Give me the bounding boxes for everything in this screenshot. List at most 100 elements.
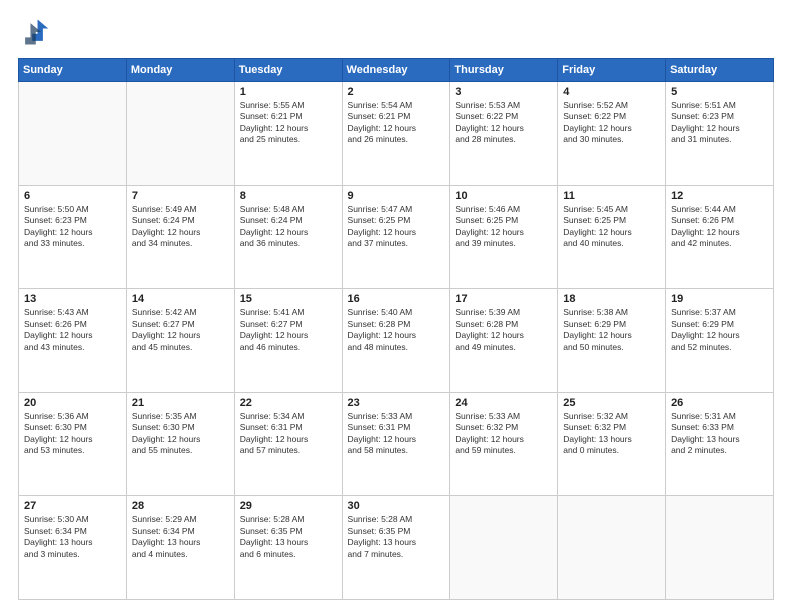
header [18, 16, 774, 48]
day-number: 18 [563, 293, 660, 305]
page: SundayMondayTuesdayWednesdayThursdayFrid… [0, 0, 792, 612]
day-info: Sunrise: 5:31 AM Sunset: 6:33 PM Dayligh… [671, 411, 768, 457]
day-cell: 27 Sunrise: 5:30 AM Sunset: 6:34 PM Dayli… [19, 496, 127, 600]
day-cell [666, 496, 774, 600]
day-info: Sunrise: 5:33 AM Sunset: 6:32 PM Dayligh… [455, 411, 552, 457]
day-info: Sunrise: 5:34 AM Sunset: 6:31 PM Dayligh… [240, 411, 337, 457]
day-cell: 29 Sunrise: 5:28 AM Sunset: 6:35 PM Dayli… [234, 496, 342, 600]
logo-icon [18, 16, 50, 48]
day-number: 4 [563, 86, 660, 98]
day-info: Sunrise: 5:33 AM Sunset: 6:31 PM Dayligh… [348, 411, 445, 457]
day-number: 28 [132, 500, 229, 512]
day-info: Sunrise: 5:45 AM Sunset: 6:25 PM Dayligh… [563, 204, 660, 250]
day-number: 17 [455, 293, 552, 305]
day-info: Sunrise: 5:43 AM Sunset: 6:26 PM Dayligh… [24, 307, 121, 353]
day-number: 13 [24, 293, 121, 305]
day-info: Sunrise: 5:32 AM Sunset: 6:32 PM Dayligh… [563, 411, 660, 457]
day-info: Sunrise: 5:35 AM Sunset: 6:30 PM Dayligh… [132, 411, 229, 457]
day-cell: 22Sunrise: 5:34 AM Sunset: 6:31 PM Dayli… [234, 392, 342, 496]
day-cell: 9 Sunrise: 5:47 AM Sunset: 6:25 PM Daylig… [342, 185, 450, 289]
day-cell: 12 Sunrise: 5:44 AM Sunset: 6:26 PM Dayli… [666, 185, 774, 289]
day-cell [126, 82, 234, 186]
day-number: 2 [348, 86, 445, 98]
day-cell: 4 Sunrise: 5:52 AM Sunset: 6:22 PM Daylig… [558, 82, 666, 186]
col-header-thursday: Thursday [450, 59, 558, 82]
day-number: 1 [240, 86, 337, 98]
day-cell: 1 Sunrise: 5:55 AM Sunset: 6:21 PM Daylig… [234, 82, 342, 186]
day-info: Sunrise: 5:50 AM Sunset: 6:23 PM Dayligh… [24, 204, 121, 250]
day-info: Sunrise: 5:55 AM Sunset: 6:21 PM Dayligh… [240, 100, 337, 146]
day-cell: 3 Sunrise: 5:53 AM Sunset: 6:22 PM Daylig… [450, 82, 558, 186]
day-info: Sunrise: 5:28 AM Sunset: 6:35 PM Dayligh… [348, 514, 445, 560]
day-cell: 5 Sunrise: 5:51 AM Sunset: 6:23 PM Daylig… [666, 82, 774, 186]
day-info: Sunrise: 5:30 AM Sunset: 6:34 PM Dayligh… [24, 514, 121, 560]
day-number: 27 [24, 500, 121, 512]
day-number: 3 [455, 86, 552, 98]
day-number: 23 [348, 397, 445, 409]
day-number: 7 [132, 190, 229, 202]
day-cell: 8Sunrise: 5:48 AM Sunset: 6:24 PM Daylig… [234, 185, 342, 289]
day-info: Sunrise: 5:46 AM Sunset: 6:25 PM Dayligh… [455, 204, 552, 250]
day-cell: 6 Sunrise: 5:50 AM Sunset: 6:23 PM Daylig… [19, 185, 127, 289]
col-header-tuesday: Tuesday [234, 59, 342, 82]
day-info: Sunrise: 5:36 AM Sunset: 6:30 PM Dayligh… [24, 411, 121, 457]
day-number: 15 [240, 293, 337, 305]
day-cell [450, 496, 558, 600]
day-number: 19 [671, 293, 768, 305]
day-number: 29 [240, 500, 337, 512]
day-number: 26 [671, 397, 768, 409]
day-info: Sunrise: 5:39 AM Sunset: 6:28 PM Dayligh… [455, 307, 552, 353]
day-info: Sunrise: 5:54 AM Sunset: 6:21 PM Dayligh… [348, 100, 445, 146]
day-info: Sunrise: 5:49 AM Sunset: 6:24 PM Dayligh… [132, 204, 229, 250]
day-cell: 21 Sunrise: 5:35 AM Sunset: 6:30 PM Dayli… [126, 392, 234, 496]
day-cell: 15 Sunrise: 5:41 AM Sunset: 6:27 PM Dayli… [234, 289, 342, 393]
day-cell: 24 Sunrise: 5:33 AM Sunset: 6:32 PM Dayli… [450, 392, 558, 496]
day-number: 21 [132, 397, 229, 409]
day-cell: 13 Sunrise: 5:43 AM Sunset: 6:26 PM Dayli… [19, 289, 127, 393]
day-cell: 23 Sunrise: 5:33 AM Sunset: 6:31 PM Dayli… [342, 392, 450, 496]
calendar-table: SundayMondayTuesdayWednesdayThursdayFrid… [18, 58, 774, 600]
week-row-3: 13 Sunrise: 5:43 AM Sunset: 6:26 PM Dayli… [19, 289, 774, 393]
day-number: 30 [348, 500, 445, 512]
day-info: Sunrise: 5:37 AM Sunset: 6:29 PM Dayligh… [671, 307, 768, 353]
day-number: 10 [455, 190, 552, 202]
day-cell: 28Sunrise: 5:29 AM Sunset: 6:34 PM Dayli… [126, 496, 234, 600]
day-cell [558, 496, 666, 600]
logo [18, 16, 54, 48]
day-info: Sunrise: 5:40 AM Sunset: 6:28 PM Dayligh… [348, 307, 445, 353]
day-info: Sunrise: 5:52 AM Sunset: 6:22 PM Dayligh… [563, 100, 660, 146]
day-number: 9 [348, 190, 445, 202]
day-number: 25 [563, 397, 660, 409]
day-cell: 14 Sunrise: 5:42 AM Sunset: 6:27 PM Dayli… [126, 289, 234, 393]
week-row-5: 27 Sunrise: 5:30 AM Sunset: 6:34 PM Dayli… [19, 496, 774, 600]
day-number: 12 [671, 190, 768, 202]
week-row-2: 6 Sunrise: 5:50 AM Sunset: 6:23 PM Daylig… [19, 185, 774, 289]
header-row: SundayMondayTuesdayWednesdayThursdayFrid… [19, 59, 774, 82]
day-info: Sunrise: 5:42 AM Sunset: 6:27 PM Dayligh… [132, 307, 229, 353]
col-header-friday: Friday [558, 59, 666, 82]
day-number: 11 [563, 190, 660, 202]
day-info: Sunrise: 5:28 AM Sunset: 6:35 PM Dayligh… [240, 514, 337, 560]
day-cell: 17 Sunrise: 5:39 AM Sunset: 6:28 PM Dayli… [450, 289, 558, 393]
day-info: Sunrise: 5:53 AM Sunset: 6:22 PM Dayligh… [455, 100, 552, 146]
day-info: Sunrise: 5:38 AM Sunset: 6:29 PM Dayligh… [563, 307, 660, 353]
col-header-wednesday: Wednesday [342, 59, 450, 82]
day-number: 24 [455, 397, 552, 409]
week-row-1: 1 Sunrise: 5:55 AM Sunset: 6:21 PM Daylig… [19, 82, 774, 186]
day-cell: 2 Sunrise: 5:54 AM Sunset: 6:21 PM Daylig… [342, 82, 450, 186]
day-number: 14 [132, 293, 229, 305]
day-number: 20 [24, 397, 121, 409]
day-info: Sunrise: 5:44 AM Sunset: 6:26 PM Dayligh… [671, 204, 768, 250]
day-cell: 20 Sunrise: 5:36 AM Sunset: 6:30 PM Dayli… [19, 392, 127, 496]
day-cell: 30 Sunrise: 5:28 AM Sunset: 6:35 PM Dayli… [342, 496, 450, 600]
day-info: Sunrise: 5:51 AM Sunset: 6:23 PM Dayligh… [671, 100, 768, 146]
day-number: 6 [24, 190, 121, 202]
day-cell: 18 Sunrise: 5:38 AM Sunset: 6:29 PM Dayli… [558, 289, 666, 393]
day-info: Sunrise: 5:48 AM Sunset: 6:24 PM Dayligh… [240, 204, 337, 250]
day-number: 5 [671, 86, 768, 98]
day-info: Sunrise: 5:41 AM Sunset: 6:27 PM Dayligh… [240, 307, 337, 353]
day-cell: 16Sunrise: 5:40 AM Sunset: 6:28 PM Dayli… [342, 289, 450, 393]
day-cell: 7 Sunrise: 5:49 AM Sunset: 6:24 PM Daylig… [126, 185, 234, 289]
day-cell: 19 Sunrise: 5:37 AM Sunset: 6:29 PM Dayli… [666, 289, 774, 393]
day-info: Sunrise: 5:47 AM Sunset: 6:25 PM Dayligh… [348, 204, 445, 250]
